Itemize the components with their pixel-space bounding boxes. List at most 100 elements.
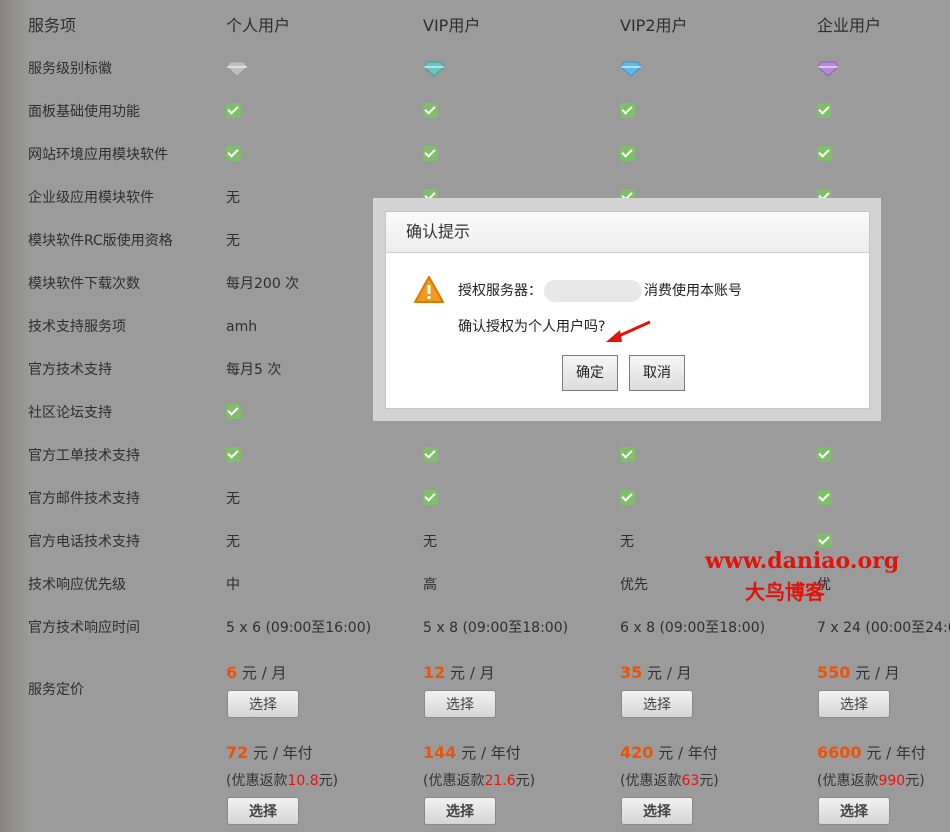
check-icon: [226, 392, 241, 435]
price-unit: 元 / 年付: [658, 744, 718, 762]
row-label: 模块软件RC版使用资格: [28, 233, 173, 249]
row-label: 官方技术响应时间: [28, 620, 140, 636]
select-yearly-button[interactable]: 选择: [621, 797, 693, 825]
check-icon: [817, 102, 832, 118]
table-cell: 中: [226, 577, 240, 593]
check-icon: [817, 489, 832, 505]
check-icon: [423, 145, 438, 161]
table-cell: 无: [423, 534, 437, 550]
table-cell: 优先: [620, 577, 648, 593]
redacted-server-name: [544, 280, 642, 302]
confirm-button[interactable]: 确定: [562, 355, 618, 391]
select-yearly-button[interactable]: 选择: [227, 797, 299, 825]
table-cell: 无: [620, 534, 634, 550]
check-icon: [226, 102, 241, 118]
table-cell: 无: [226, 190, 240, 206]
check-icon: [817, 134, 832, 177]
check-icon: [620, 435, 635, 478]
rebate-note: (优惠返款63元): [620, 770, 719, 790]
rebate-amount: 63: [681, 773, 700, 789]
column-header: 个人用户: [226, 16, 291, 35]
row-label: 技术支持服务项: [28, 319, 126, 335]
table-cell: 无: [226, 534, 240, 550]
row-label: 网站环境应用模块软件: [28, 147, 168, 163]
price-amount: 420: [620, 743, 654, 762]
rebate-suffix: 元): [318, 773, 339, 789]
select-yearly-button[interactable]: 选择: [818, 797, 890, 825]
yearly-price: 72 元 / 年付: [226, 742, 313, 763]
rebate-amount: 10.8: [287, 773, 319, 789]
select-monthly-button[interactable]: 选择: [818, 690, 890, 718]
check-icon: [423, 134, 438, 177]
select-monthly-button[interactable]: 选择: [227, 690, 299, 718]
badge-gem-icon: [423, 48, 445, 91]
red-arrow-icon: [600, 318, 654, 348]
monthly-price: 6 元 / 月: [226, 662, 287, 683]
row-label: 官方工单技术支持: [28, 448, 140, 464]
rebate-note: (优惠返款990元): [817, 770, 925, 790]
rebate-prefix: (优惠返款: [423, 773, 485, 789]
table-cell: 6 x 8 (09:00至18:00): [620, 620, 766, 636]
table-row: 官方工单技术支持: [0, 435, 950, 478]
check-icon: [423, 478, 438, 521]
table-row: 官方邮件技术支持 无: [0, 478, 950, 521]
badge-gem-icon: [226, 48, 248, 91]
check-icon: [817, 446, 832, 462]
select-monthly-button[interactable]: 选择: [424, 690, 496, 718]
check-icon: [226, 134, 241, 177]
check-icon: [817, 145, 832, 161]
price-amount: 35: [620, 663, 643, 682]
yearly-price: 144 元 / 年付: [423, 742, 521, 763]
select-monthly-button[interactable]: 选择: [621, 690, 693, 718]
row-label: 服务定价: [28, 682, 84, 698]
dialog-message: 授权服务器： 消费使用本账号: [458, 280, 742, 302]
price-amount: 12: [423, 663, 446, 682]
rebate-suffix: 元): [699, 773, 719, 789]
check-icon: [620, 134, 635, 177]
check-icon: [226, 91, 241, 134]
rebate-prefix: (优惠返款: [620, 773, 682, 789]
price-unit: 元 / 月: [855, 664, 900, 682]
select-yearly-button[interactable]: 选择: [424, 797, 496, 825]
check-icon: [620, 446, 635, 462]
check-icon: [620, 102, 635, 118]
monthly-price: 550 元 / 月: [817, 662, 900, 683]
monthly-price: 35 元 / 月: [620, 662, 692, 683]
rebate-note: (优惠返款10.8元): [226, 770, 338, 790]
rebate-prefix: (优惠返款: [817, 773, 879, 789]
watermark-url: www.daniao.org: [705, 548, 900, 574]
rebate-suffix: 元): [515, 773, 536, 789]
table-cell: amh: [226, 319, 258, 335]
rebate-amount: 21.6: [484, 773, 516, 789]
table-row: 面板基础使用功能: [0, 91, 950, 134]
table-cell: 5 x 6 (09:00至16:00): [226, 620, 372, 636]
row-label: 面板基础使用功能: [28, 104, 140, 120]
row-label: 服务级别标徽: [28, 61, 112, 77]
table-cell: 无: [226, 233, 240, 249]
table-cell: 高: [423, 577, 437, 593]
table-cell: 每月200 次: [226, 276, 300, 292]
check-icon: [423, 489, 438, 505]
badge-gem-icon: [817, 48, 839, 91]
check-icon: [817, 478, 832, 521]
price-unit: 元 / 年付: [253, 744, 313, 762]
price-unit: 元 / 年付: [866, 744, 926, 762]
rebate-suffix: 元): [905, 773, 925, 789]
price-amount: 6: [226, 663, 238, 682]
check-icon: [423, 91, 438, 134]
price-unit: 元 / 月: [647, 664, 692, 682]
dialog-message-suffix: 消费使用本账号: [644, 283, 742, 299]
table-header-row: 服务项 个人用户 VIP用户 VIP2用户 企业用户: [0, 0, 950, 43]
dialog-question: 确认授权为个人用户吗?: [458, 319, 606, 335]
rebate-note: (优惠返款21.6元): [423, 770, 535, 790]
table-row: 官方技术响应时间 5 x 6 (09:00至16:00) 5 x 8 (09:00至…: [0, 607, 950, 650]
check-icon: [226, 435, 241, 478]
check-icon: [226, 403, 241, 419]
cancel-button[interactable]: 取消: [629, 355, 685, 391]
check-icon: [620, 145, 635, 161]
check-icon: [226, 446, 241, 462]
check-icon: [226, 145, 241, 161]
price-unit: 元 / 月: [450, 664, 495, 682]
table-cell: 7 x 24 (00:00至24:00): [817, 620, 950, 636]
check-icon: [620, 91, 635, 134]
